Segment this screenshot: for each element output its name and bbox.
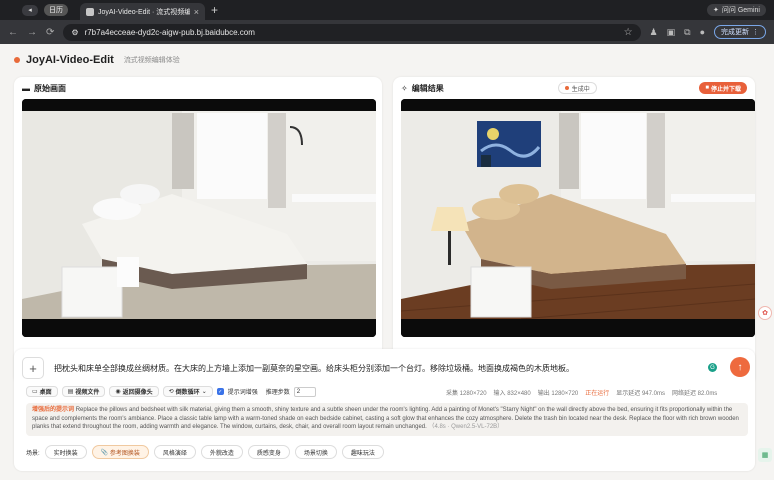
camera-button[interactable]: ◉ 返回摄像头 xyxy=(109,386,159,397)
video-file-button[interactable]: ▤ 视频文件 xyxy=(61,386,106,397)
scene-chip-realtime[interactable]: 实时换装 xyxy=(44,445,87,459)
extensions-puzzle-icon[interactable]: ⧉ xyxy=(684,27,690,38)
site-info-icon[interactable]: ⚙ xyxy=(71,28,78,37)
reload-icon[interactable]: ⟳ xyxy=(46,27,54,38)
enhance-label: 提示词增强 xyxy=(227,390,258,396)
output-stat: 输出 1280×720 xyxy=(537,391,579,397)
app-brand: JoyAI-Video-Edit 流式视频编辑体验 xyxy=(14,54,180,66)
forward-icon[interactable]: → xyxy=(27,27,37,38)
floating-assistant-icon[interactable]: ✿ xyxy=(758,306,772,320)
original-video xyxy=(22,99,376,337)
film-icon: ▤ xyxy=(67,389,74,395)
scene-chip-reference[interactable]: 📎 参考图换装 xyxy=(91,445,149,459)
result-panel: ✧ 编辑结果 生成中 ■ 停止并下载 xyxy=(393,77,755,385)
scene-chip-scene-switch[interactable]: 场景切换 xyxy=(294,445,337,459)
new-tab-icon[interactable]: + xyxy=(211,3,218,17)
monitor-icon: ▭ xyxy=(32,389,38,395)
result-video xyxy=(401,99,755,337)
status-label: 生成中 xyxy=(571,86,590,93)
scene-chip-style[interactable]: 风格演绎 xyxy=(153,445,196,459)
browser-tab-bar: ◂ 日历 JoyAI-Video-Edit · 流式视频编 × + ✦ 问问 G… xyxy=(0,0,774,20)
loop-icon: ⟲ xyxy=(168,389,174,395)
stop-icon: ■ xyxy=(705,85,709,91)
steps-label: 推理步数 xyxy=(265,390,290,396)
scene-chip-reference-label: 参考图换装 xyxy=(109,450,140,457)
steps-input[interactable]: 2 xyxy=(293,386,316,397)
camera-icon: ▬ xyxy=(22,83,30,93)
result-room-image xyxy=(401,99,755,337)
video-file-label: 视频文件 xyxy=(75,390,100,396)
browser-tab-active[interactable]: JoyAI-Video-Edit · 流式视频编 × xyxy=(80,3,205,20)
favicon-icon xyxy=(86,7,94,16)
result-panel-header: ✧ 编辑结果 生成中 ■ 停止并下载 xyxy=(393,77,755,99)
original-panel: ▬ 原始画面 xyxy=(14,77,382,385)
stream-stats: 采集 1280×720 输入 832×480 输出 1280×720 正在运行 … xyxy=(446,388,717,397)
webcam-icon: ◉ xyxy=(115,389,121,395)
chevron-down-icon: ⌄ xyxy=(201,389,207,395)
gemini-icon: ✦ xyxy=(713,7,719,14)
update-label: 完成更新 xyxy=(721,29,749,36)
app-name: JoyAI-Video-Edit xyxy=(26,54,114,66)
extension-icon-2[interactable]: ▣ xyxy=(667,27,676,38)
tab-nav-icon[interactable]: ◂ xyxy=(22,4,38,16)
gemini-button[interactable]: ✦ 问问 Gemini xyxy=(707,4,766,16)
original-room-image xyxy=(22,99,376,337)
loop-select[interactable]: ⟲ 倒数循环 ⌄ xyxy=(162,386,213,397)
sparkle-icon: ✧ xyxy=(401,83,408,93)
url-bar[interactable]: ⚙ r7b7a4ecceae-dyd2c-aigw-pub.bj.baidubc… xyxy=(63,23,641,41)
loop-label: 倒数循环 xyxy=(175,390,200,396)
source-toolbar: ▭ 桌面 ▤ 视频文件 ◉ 返回摄像头 ⟲ 倒数循环 ⌄ ✓ 提示词增强 推理步… xyxy=(26,386,316,397)
paperclip-icon: 📎 xyxy=(100,449,110,456)
running-status: 正在运行 xyxy=(585,391,610,397)
more-menu-icon: ⋮ xyxy=(752,29,759,36)
extension-icon[interactable]: ♟ xyxy=(650,27,658,38)
stop-download-button[interactable]: ■ 停止并下载 xyxy=(699,82,747,94)
original-panel-header: ▬ 原始画面 xyxy=(14,77,382,99)
app-page: JoyAI-Video-Edit 流式视频编辑体验 ▬ 原始画面 ✧ 编辑结果 … xyxy=(0,44,774,480)
input-stat: 输入 832×480 xyxy=(493,391,531,397)
close-icon[interactable]: × xyxy=(194,7,199,17)
address-toolbar: ← → ⟳ ⚙ r7b7a4ecceae-dyd2c-aigw-pub.bj.b… xyxy=(0,20,774,44)
scene-chip-fun[interactable]: 趣味玩法 xyxy=(341,445,384,459)
prompt-card: + 把枕头和床单全部换成丝绸材质。在大床的上方墙上添加一副莫奈的星空画。给床头柜… xyxy=(14,349,755,471)
bookmark-star-icon[interactable]: ☆ xyxy=(624,27,633,38)
tab-title: JoyAI-Video-Edit · 流式视频编 xyxy=(98,8,190,16)
profile-avatar-icon[interactable]: ● xyxy=(700,27,705,37)
display-latency: 显示延迟 947.0ms xyxy=(616,391,665,397)
network-latency: 网络延迟 82.0ms xyxy=(671,391,718,397)
scene-selector: 场景: 实时换装 📎 参考图换装 风格演绎 外貌改造 质感变身 场景切换 趣味玩… xyxy=(26,445,384,459)
stop-download-label: 停止并下载 xyxy=(710,86,741,93)
enhanced-prompt-box: 增强后的提示词 Replace the pillows and bedsheet… xyxy=(26,403,748,436)
url-text: r7b7a4ecceae-dyd2c-aigw-pub.bj.baidubce.… xyxy=(84,27,255,37)
grammarly-icon[interactable]: G xyxy=(708,363,717,372)
send-button[interactable]: ↑ xyxy=(730,357,750,377)
original-panel-title: 原始画面 xyxy=(34,83,66,93)
gemini-label: 问问 Gemini xyxy=(721,7,760,14)
screen-label: 桌面 xyxy=(39,390,52,396)
capture-stat: 采集 1280×720 xyxy=(446,391,487,397)
back-icon[interactable]: ← xyxy=(8,27,18,38)
result-panel-title: 编辑结果 xyxy=(411,83,444,93)
enhanced-prompt-text: Replace the pillows and bedsheet with si… xyxy=(32,407,739,431)
generating-status-badge: 生成中 xyxy=(557,82,597,94)
status-dot-icon xyxy=(564,86,569,90)
prompt-input[interactable]: 把枕头和床单全部换成丝绸材质。在大床的上方墙上添加一副莫奈的星空画。给床头柜分别… xyxy=(54,363,694,374)
brand-dot-icon xyxy=(14,57,20,63)
update-button[interactable]: 完成更新 ⋮ xyxy=(714,25,766,39)
add-attachment-button[interactable]: + xyxy=(22,357,44,379)
scene-chip-appearance[interactable]: 外貌改造 xyxy=(200,445,243,459)
scene-chip-texture[interactable]: 质感变身 xyxy=(247,445,290,459)
floating-tool-icon[interactable]: ▦ xyxy=(758,448,772,462)
camera-label: 返回摄像头 xyxy=(122,390,153,396)
screen-source-button[interactable]: ▭ 桌面 xyxy=(26,386,58,397)
scene-label: 场景: xyxy=(26,450,40,457)
tab-group-chip[interactable]: 日历 xyxy=(44,4,68,16)
enhanced-prompt-label: 增强后的提示词 xyxy=(32,407,75,413)
enhance-checkbox[interactable]: ✓ xyxy=(216,388,224,395)
enhanced-prompt-meta: （4.8s · Qwen2.5-VL-72B） xyxy=(428,424,504,431)
app-subtitle: 流式视频编辑体验 xyxy=(123,57,180,64)
